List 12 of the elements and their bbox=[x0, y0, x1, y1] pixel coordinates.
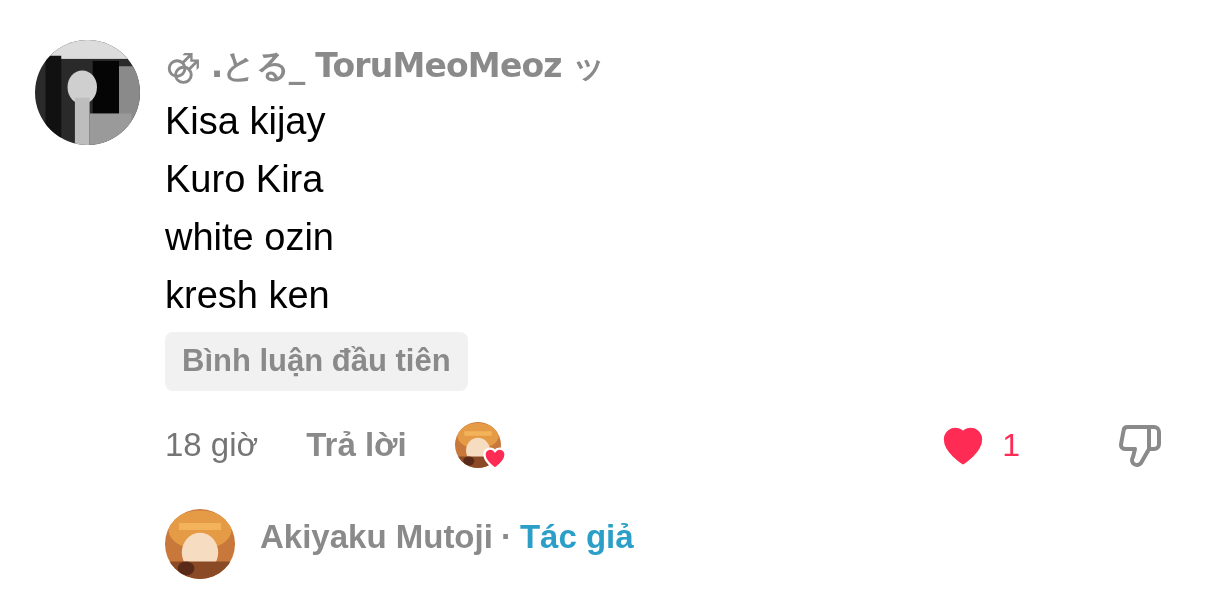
author-tag: Tác giả bbox=[519, 511, 634, 562]
comment-text: Kuro Kira bbox=[165, 157, 325, 202]
first-comment-badge: Bình luận đầu tiên bbox=[165, 332, 468, 391]
reply-button[interactable]: Trả lời bbox=[306, 419, 407, 470]
comment-text: Kisa kijay bbox=[165, 99, 327, 144]
username[interactable]: ⚣ .とる_ ToruMeoMeoz ッ bbox=[165, 40, 1163, 92]
reply-username[interactable]: Akiyaku Mutoji bbox=[260, 511, 493, 562]
comment-text: kresh ken bbox=[165, 273, 331, 318]
separator-dot: · bbox=[500, 516, 512, 557]
timestamp: 18 giờ bbox=[165, 424, 259, 465]
comment-text: white ozin bbox=[165, 215, 335, 260]
like-button[interactable]: 1 bbox=[938, 420, 1020, 469]
